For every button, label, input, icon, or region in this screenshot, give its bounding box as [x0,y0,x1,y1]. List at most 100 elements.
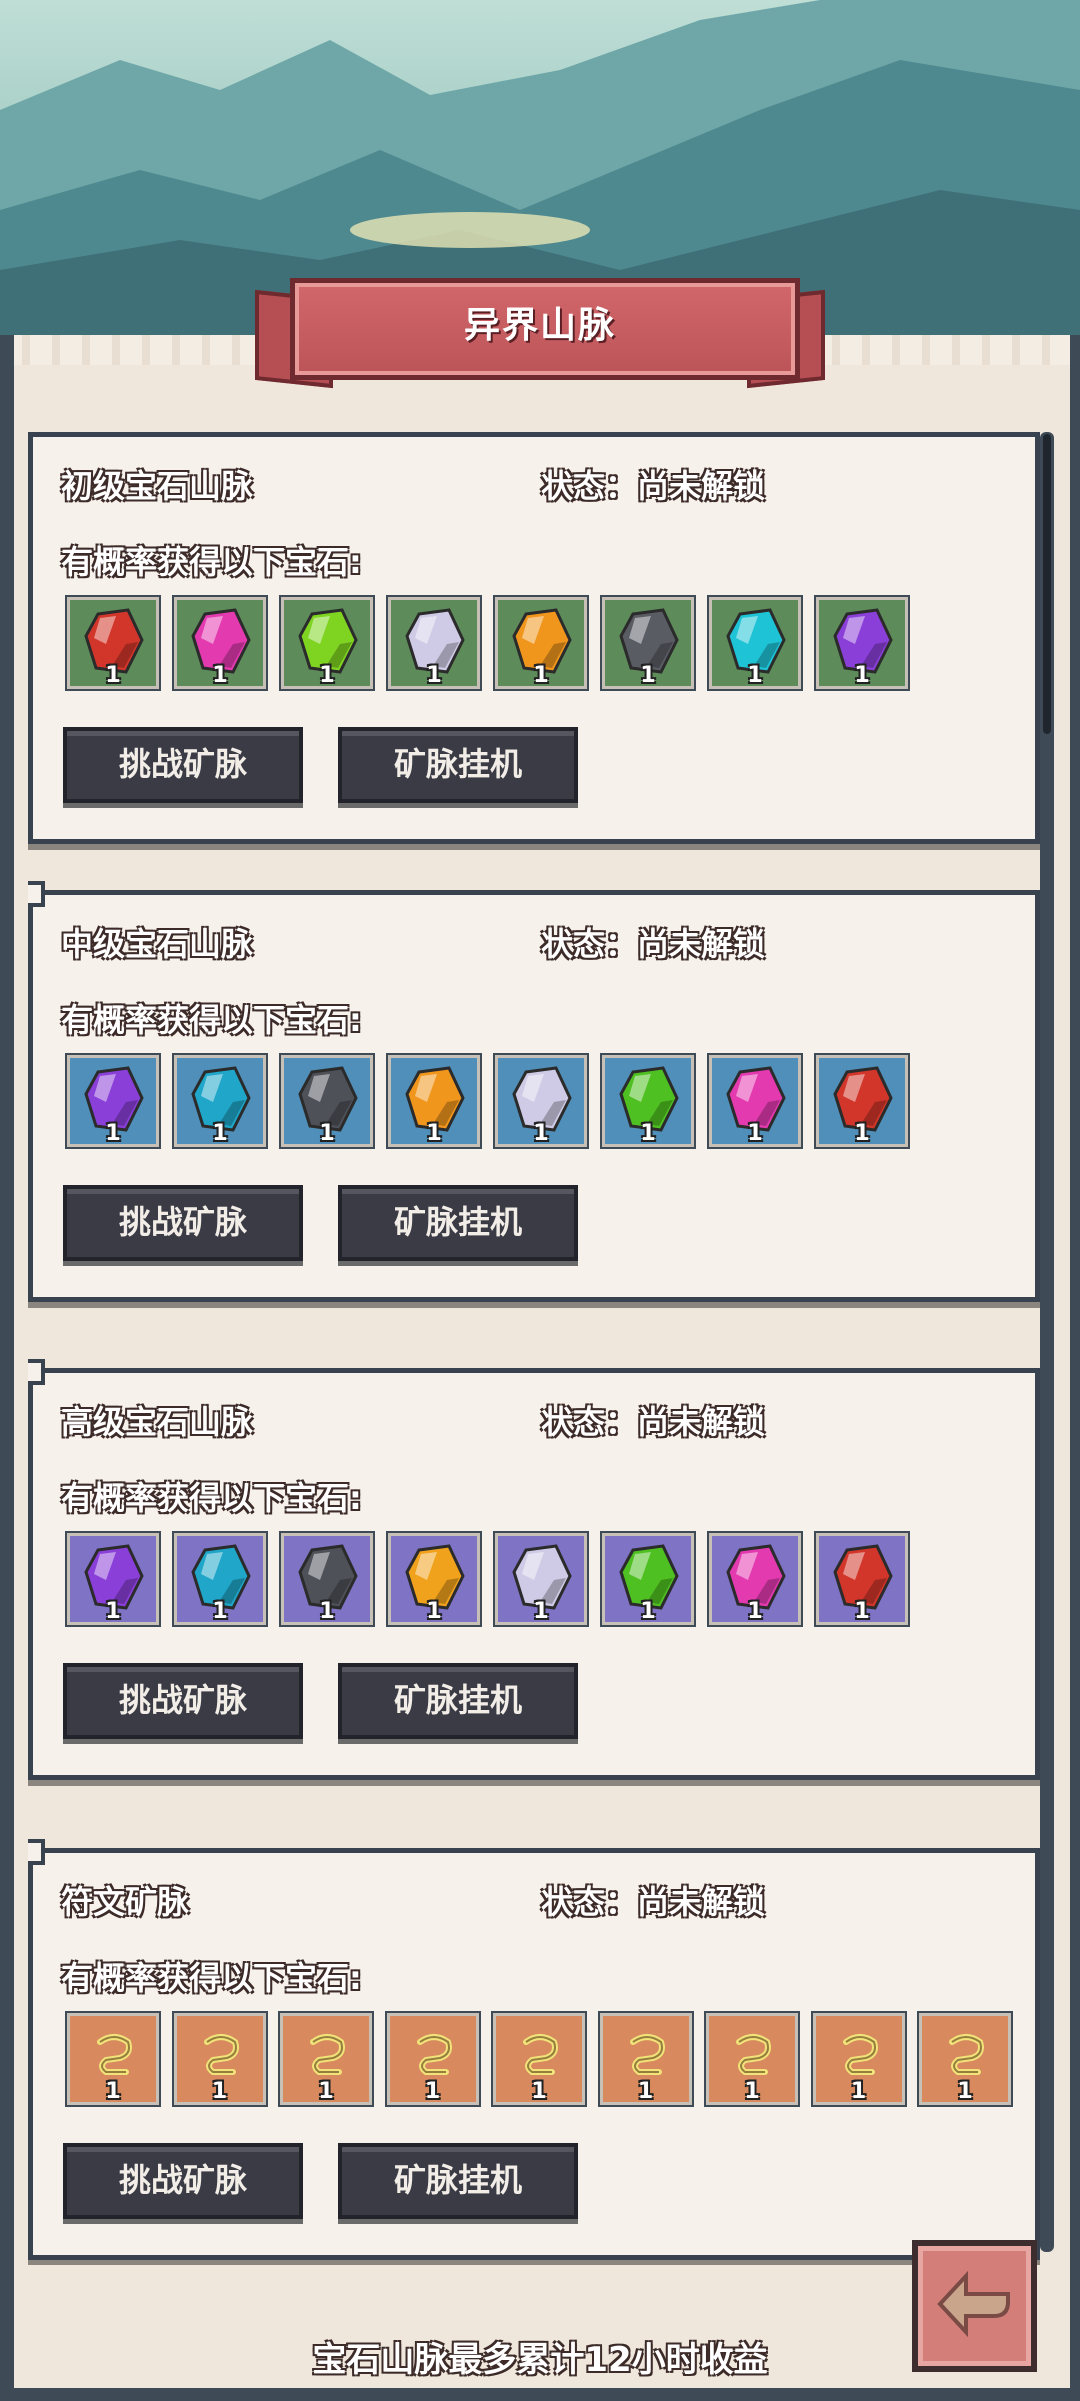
left-border [0,335,14,2401]
item-quantity: 1 [637,2079,654,2104]
drop-item[interactable]: 1 [171,2011,268,2107]
drop-item[interactable]: 1 [279,595,375,691]
drop-item[interactable]: 1 [600,1053,696,1149]
drop-item[interactable]: 1 [65,1053,161,1149]
drop-label: 有概率获得以下宝石: [61,1959,362,1997]
challenge-button[interactable]: 挑战矿脉 [63,1185,303,1261]
drop-item[interactable]: 1 [493,1053,589,1149]
item-quantity: 1 [211,2079,228,2104]
mine-name: 中级宝石山脉 [61,925,254,963]
drop-item[interactable]: 1 [493,1531,589,1627]
item-quantity: 1 [105,2079,121,2104]
drop-item[interactable]: 1 [279,1531,375,1627]
drop-item[interactable]: 1 [707,1531,803,1627]
mine-name: 初级宝石山脉 [61,467,254,505]
mine-name: 高级宝石山脉 [61,1403,254,1441]
drop-label: 有概率获得以下宝石: [61,543,362,581]
drop-item[interactable]: 1 [707,595,803,691]
right-border [1070,335,1080,2401]
drop-item[interactable]: 1 [707,1053,803,1149]
drop-item[interactable]: 1 [814,595,910,691]
item-quantity: 1 [747,663,763,688]
drop-item[interactable]: 1 [814,1053,910,1149]
item-quantity: 1 [854,663,870,688]
mine-card-advanced: 高级宝石山脉 状态：尚未解锁 有概率获得以下宝石: 11111111 挑战矿脉 … [28,1359,1040,1780]
mine-name: 符文矿脉 [61,1883,190,1921]
item-quantity: 1 [640,1121,656,1146]
drop-item[interactable]: 1 [172,595,268,691]
item-quantity: 1 [531,2079,547,2104]
challenge-button[interactable]: 挑战矿脉 [63,1663,303,1739]
drop-item[interactable]: 1 [279,1053,375,1149]
drop-item[interactable]: 1 [600,1531,696,1627]
mine-list[interactable]: 初级宝石山脉 状态：尚未解锁 有概率获得以下宝石: 11111111 挑战矿脉 … [28,420,1040,2265]
mine-card-intermediate: 中级宝石山脉 状态：尚未解锁 有概率获得以下宝石: 11111111 挑战矿脉 … [28,881,1040,1302]
idle-button[interactable]: 矿脉挂机 [338,1663,578,1739]
scrollbar-thumb[interactable] [1043,434,1051,734]
item-quantity: 1 [212,1121,228,1146]
item-quantity: 1 [212,663,228,688]
card-corner-ornament [28,881,45,907]
drop-item[interactable]: 1 [810,2011,907,2107]
item-quantity: 1 [854,1121,870,1146]
challenge-button[interactable]: 挑战矿脉 [63,2143,303,2219]
item-quantity: 1 [424,2079,441,2104]
mine-status: 状态：尚未解锁 [541,467,766,505]
drop-item[interactable]: 1 [65,1531,161,1627]
drop-label: 有概率获得以下宝石: [61,1479,362,1517]
mine-card-rune: 符文矿脉 状态：尚未解锁 有概率获得以下宝石: 1 1 1 1 1 1 1 1 1 挑战矿脉 矿… [28,1839,1040,2260]
drop-item[interactable]: 1 [386,1531,482,1627]
back-button[interactable] [912,2240,1037,2372]
drop-item[interactable]: 1 [65,595,161,691]
drop-item[interactable]: 1 [278,2011,374,2107]
drop-item[interactable]: 1 [172,1531,268,1627]
idle-button[interactable]: 矿脉挂机 [338,1185,578,1261]
item-quantity: 1 [533,1599,549,1624]
item-quantity: 1 [533,1121,549,1146]
drop-item[interactable]: 1 [386,1053,482,1149]
challenge-button[interactable]: 挑战矿脉 [63,727,303,803]
bottom-border [0,2388,1080,2401]
idle-button[interactable]: 矿脉挂机 [338,727,578,803]
drop-item[interactable]: 1 [600,595,696,691]
mine-status: 状态：尚未解锁 [541,925,766,963]
mine-status: 状态：尚未解锁 [541,1883,766,1921]
drop-item[interactable]: 1 [386,595,482,691]
item-quantity: 1 [105,663,121,688]
drop-item[interactable]: 1 [65,2011,161,2107]
item-quantity: 1 [854,1599,870,1624]
card-corner-ornament [28,1839,45,1865]
item-quantity: 1 [850,2079,867,2104]
title-banner: 异界山脉 [255,272,825,397]
item-quantity: 1 [426,1599,442,1624]
item-quantity: 1 [105,1599,121,1624]
drop-item[interactable]: 1 [814,1531,910,1627]
item-quantity: 1 [318,2079,334,2104]
card-corner-ornament [28,1359,45,1385]
item-quantity: 1 [640,1599,656,1624]
drop-label: 有概率获得以下宝石: [61,1001,362,1039]
item-quantity: 1 [319,1121,335,1146]
item-quantity: 1 [533,663,549,688]
page-title: 异界山脉 [463,305,616,346]
item-quantity: 1 [426,663,442,688]
back-arrow-icon [937,2270,1010,2338]
drop-item[interactable]: 1 [493,595,589,691]
item-quantity: 1 [747,1121,763,1146]
item-quantity: 1 [212,1599,228,1624]
item-quantity: 1 [105,1121,121,1146]
item-quantity: 1 [747,1599,763,1624]
item-quantity: 1 [640,663,656,688]
drop-item[interactable]: 1 [384,2011,481,2107]
mine-status: 状态：尚未解锁 [541,1403,766,1441]
drop-item[interactable]: 1 [917,2011,1013,2107]
item-quantity: 1 [957,2079,973,2104]
mine-card-basic: 初级宝石山脉 状态：尚未解锁 有概率获得以下宝石: 11111111 挑战矿脉 … [28,432,1040,844]
drop-item[interactable]: 1 [597,2011,694,2107]
idle-button[interactable]: 矿脉挂机 [338,2143,578,2219]
drop-item[interactable]: 1 [704,2011,800,2107]
drop-item[interactable]: 1 [172,1053,268,1149]
item-quantity: 1 [319,663,335,688]
item-quantity: 1 [319,1599,335,1624]
drop-item[interactable]: 1 [491,2011,587,2107]
